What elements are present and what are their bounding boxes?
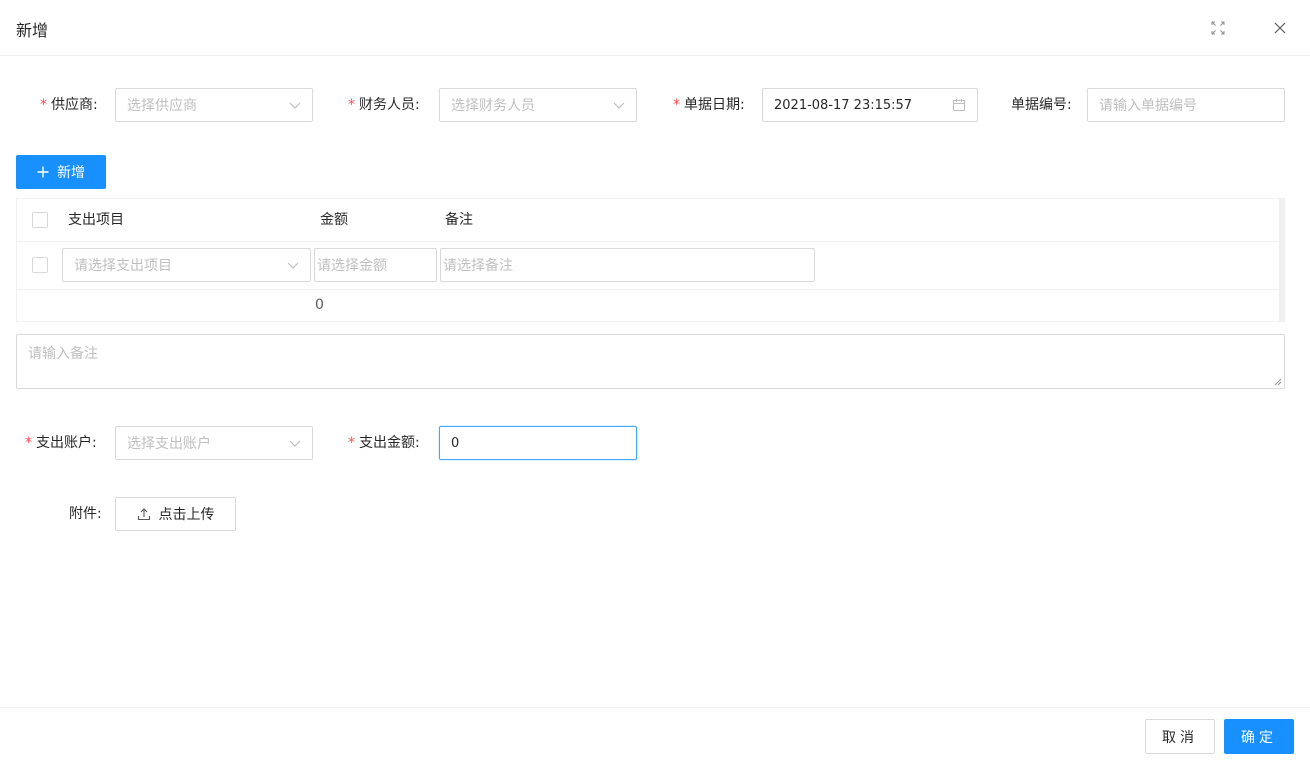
expense-account-placeholder: 选择支出账户 [127,436,211,452]
fullscreen-icon[interactable] [1206,16,1230,40]
expense-item-select[interactable]: 请选择支出项目 [62,248,311,282]
resize-grip-icon[interactable] [1274,378,1282,386]
doc-number-placeholder: 请输入单据编号 [1099,98,1197,114]
table-header: 支出项目 金额 备注 [17,199,1278,242]
chevron-down-icon [289,99,301,111]
finance-staff-placeholder: 选择财务人员 [451,98,535,114]
modal-title: 新增 [16,21,49,40]
modal-header: 新增 [0,0,1310,56]
doc-date-label: * 单据日期: [673,97,745,113]
table-scrollbar[interactable] [1279,199,1285,322]
cancel-label: 取消 [1162,729,1198,746]
required-mark: * [40,97,47,113]
close-icon[interactable] [1268,16,1292,40]
upload-icon [137,507,151,521]
required-mark: * [348,435,355,451]
upload-label: 点击上传 [158,507,215,523]
expense-amount-value: 0 [451,435,460,451]
finance-staff-select[interactable]: 选择财务人员 [439,88,637,122]
amount-input[interactable]: 请选择金额 [314,248,437,282]
doc-date-value: 2021-08-17 23:15:57 [774,97,913,113]
doc-number-input[interactable]: 请输入单据编号 [1087,88,1285,122]
chevron-down-icon [289,437,301,449]
required-mark: * [673,97,680,113]
remark-placeholder: 请输入备注 [28,346,98,362]
attachment-label: 附件: [69,506,102,522]
row-checkbox[interactable] [32,257,48,273]
expense-item-placeholder: 请选择支出项目 [74,258,172,274]
remark-textarea[interactable]: 请输入备注 [16,334,1285,389]
finance-staff-label: * 财务人员: [348,97,420,113]
chevron-down-icon [613,99,625,111]
column-header-item: 支出项目 [68,212,124,228]
expense-account-select[interactable]: 选择支出账户 [115,426,313,460]
cancel-button[interactable]: 取消 [1145,719,1215,754]
required-mark: * [25,435,32,451]
doc-date-picker[interactable]: 2021-08-17 23:15:57 [762,88,978,122]
table-row: 请选择支出项目 请选择金额 请选择备注 [17,241,1278,290]
note-placeholder: 请选择备注 [443,258,513,274]
required-mark: * [348,97,355,113]
doc-number-label: 单据编号: [1011,97,1072,113]
expense-table: 支出项目 金额 备注 请选择支出项目 请选择金额 请选择备注 0 [16,198,1285,322]
supplier-select[interactable]: 选择供应商 [115,88,313,122]
confirm-label: 确定 [1241,729,1277,746]
column-header-amount: 金额 [320,212,348,228]
expense-amount-label: * 支出金额: [348,435,420,451]
chevron-down-icon [287,259,299,271]
supplier-placeholder: 选择供应商 [127,98,197,114]
supplier-label: * 供应商: [40,97,98,113]
plus-icon [37,166,49,178]
calendar-icon [952,98,966,112]
add-row-button[interactable]: 新增 [16,155,106,189]
modal-footer: 取消 确定 [0,707,1310,768]
upload-button[interactable]: 点击上传 [115,497,236,531]
expense-account-label: * 支出账户: [25,435,97,451]
note-input[interactable]: 请选择备注 [440,248,815,282]
expense-amount-input[interactable]: 0 [439,426,637,460]
confirm-button[interactable]: 确定 [1224,719,1294,754]
sum-amount: 0 [315,297,324,313]
add-row-label: 新增 [57,165,85,181]
select-all-checkbox[interactable] [32,212,48,228]
amount-placeholder: 请选择金额 [317,258,387,274]
column-header-note: 备注 [445,212,473,228]
table-summary-row: 0 [17,289,1278,321]
